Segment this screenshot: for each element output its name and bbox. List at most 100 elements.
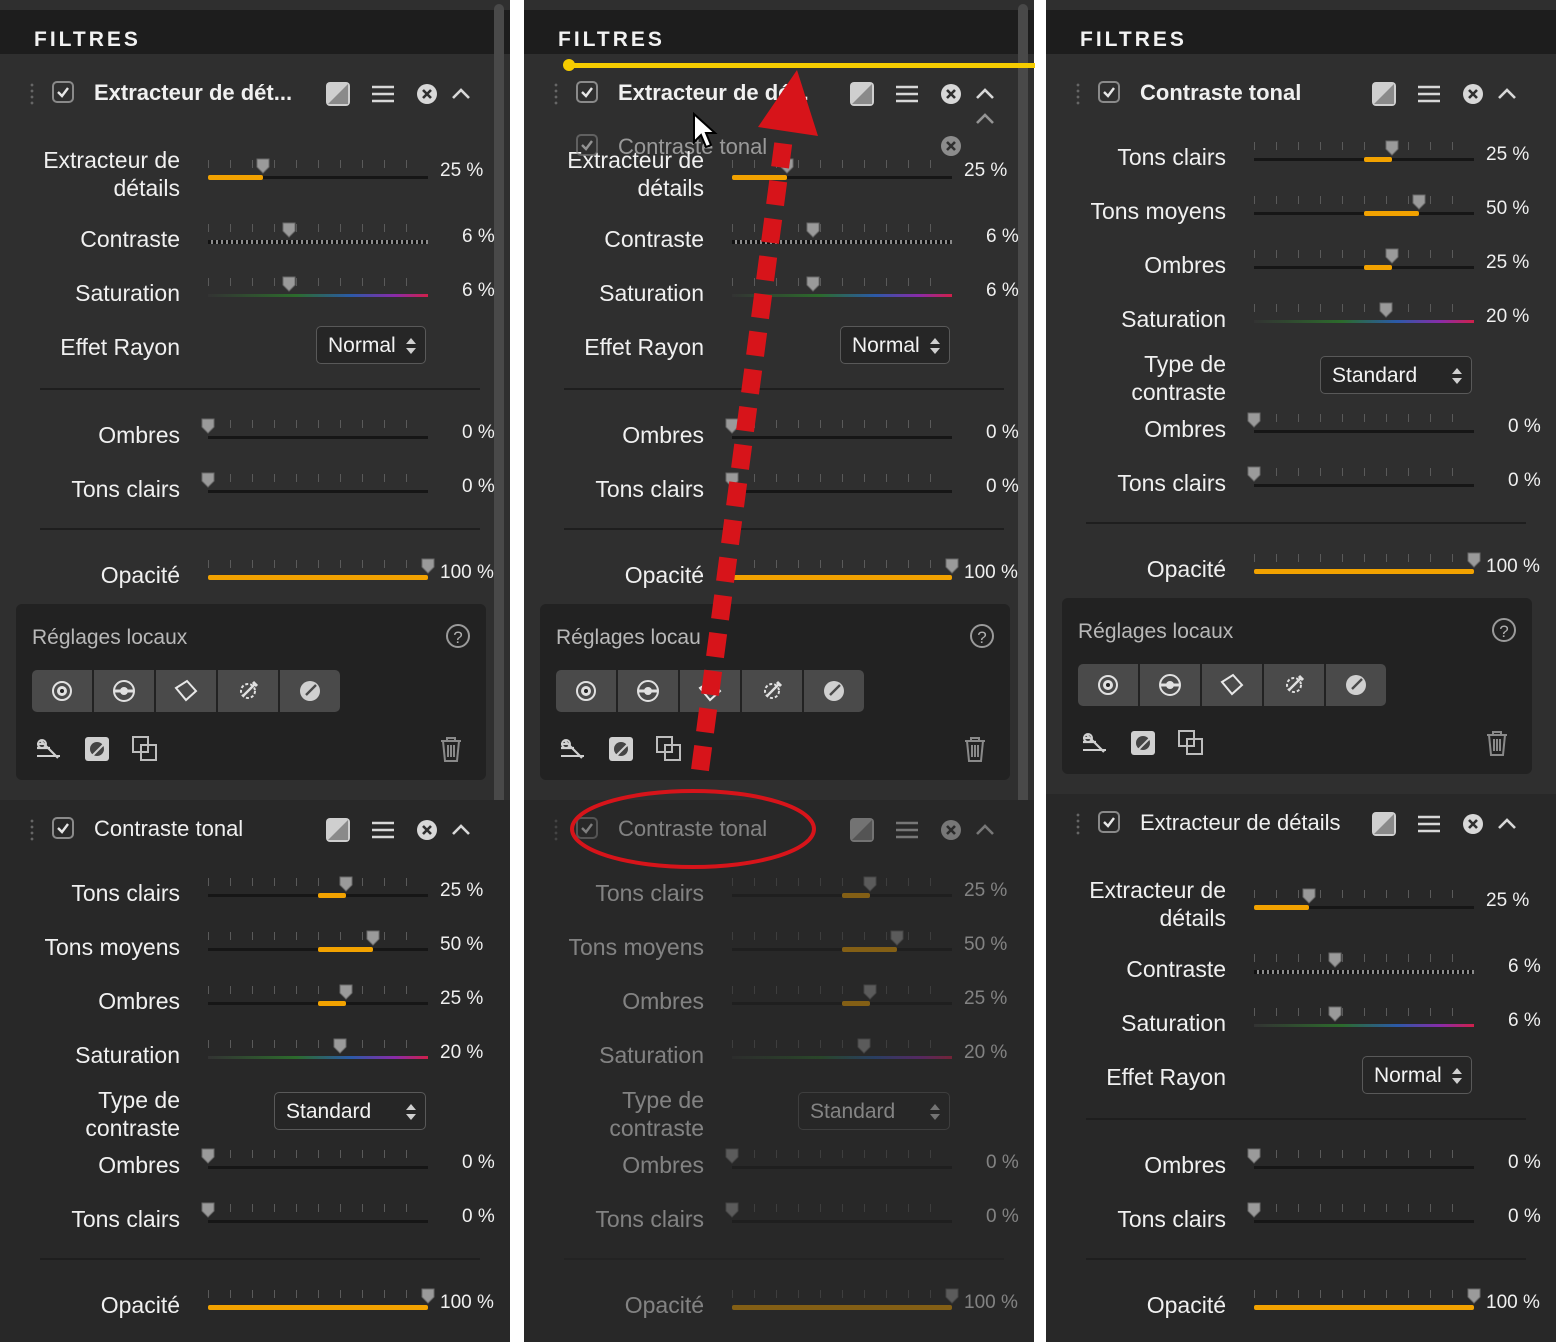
panel-header: FILTRES — [1046, 10, 1556, 54]
slider-track[interactable] — [1254, 430, 1474, 433]
visibility-toggle-icon[interactable] — [1080, 728, 1110, 758]
slider-ticks — [1254, 304, 1474, 312]
menu-icon[interactable] — [1414, 79, 1444, 109]
auto-brush-tool-button[interactable] — [1326, 664, 1386, 706]
chevron-up-icon[interactable] — [1492, 809, 1522, 839]
slider-ticks — [1254, 954, 1474, 962]
help-icon[interactable]: ? — [1492, 618, 1516, 642]
filter-header[interactable]: Extracteur de détails — [1046, 790, 1526, 858]
slider-track[interactable] — [1254, 484, 1474, 487]
midtones-slider[interactable] — [1254, 194, 1474, 218]
slider-thumb[interactable] — [1328, 952, 1342, 968]
slider-thumb[interactable] — [1328, 1006, 1342, 1022]
slider-thumb[interactable] — [1247, 466, 1261, 482]
param-value: 0 % — [1508, 1206, 1541, 1227]
lasso-polygon-tool-button[interactable] — [1202, 664, 1262, 706]
invert-mask-icon[interactable] — [1128, 728, 1158, 758]
enable-checkbox[interactable] — [1098, 811, 1120, 833]
slider-ticks — [1254, 554, 1474, 562]
param-label: Tons clairs — [1117, 1206, 1226, 1232]
slider-ticks — [1254, 1150, 1474, 1158]
control-point-tool-button[interactable] — [1078, 664, 1138, 706]
param-value: 0 % — [1508, 470, 1541, 491]
slider-ticks — [1254, 414, 1474, 422]
slider-thumb[interactable] — [1385, 248, 1399, 264]
param-label: Ombres — [1144, 1152, 1226, 1178]
slider-track[interactable] — [1254, 970, 1474, 974]
filter-title: Contraste tonal — [1140, 80, 1302, 105]
param-label: Saturation — [1121, 306, 1226, 332]
slider-fill — [1254, 905, 1309, 910]
slider-thumb[interactable] — [1247, 1202, 1261, 1218]
opacity-slider[interactable] — [1254, 552, 1481, 576]
param-value: 6 % — [1508, 956, 1541, 977]
param-label: Tons clairs — [1117, 144, 1226, 170]
menu-icon[interactable] — [1414, 809, 1444, 839]
annotation-arrowhead-icon — [758, 70, 818, 136]
trash-icon[interactable] — [1482, 728, 1512, 758]
divider — [1086, 1118, 1526, 1120]
chevron-up-icon[interactable] — [1492, 79, 1522, 109]
updown-icon — [1452, 368, 1462, 384]
slider-thumb[interactable] — [1467, 552, 1481, 568]
slider-track[interactable] — [1254, 1166, 1474, 1169]
mask-icon[interactable] — [1369, 79, 1399, 109]
slider-thumb[interactable] — [1302, 888, 1316, 904]
highlights-slider[interactable] — [1247, 1202, 1474, 1226]
slider-thumb[interactable] — [1412, 194, 1426, 210]
gradient-brush-icon — [1286, 674, 1305, 693]
param-value: 100 % — [1486, 556, 1540, 577]
slider-thumb[interactable] — [1467, 1288, 1481, 1304]
drag-handle-icon[interactable] — [1076, 812, 1080, 836]
slider-thumb[interactable] — [1379, 302, 1393, 318]
highlights-slider[interactable] — [1254, 140, 1474, 164]
highlights-slider[interactable] — [1247, 466, 1474, 490]
select-value: Standard — [1332, 364, 1418, 387]
panel-title: FILTRES — [1080, 28, 1187, 51]
slider-fill — [1254, 1305, 1474, 1310]
close-icon[interactable] — [1458, 79, 1488, 109]
param-value: 100 % — [1486, 1292, 1540, 1313]
shadows-slider[interactable] — [1247, 1148, 1474, 1172]
saturation-slider[interactable] — [1254, 302, 1474, 326]
slider-fill — [1364, 157, 1392, 162]
param-row: Opacité 100 % — [1046, 542, 1546, 596]
slider-fill — [1364, 265, 1392, 270]
param-label: Opacité — [1146, 1292, 1226, 1318]
shadows-slider[interactable] — [1247, 412, 1474, 436]
slider-track[interactable] — [1254, 320, 1474, 323]
param-row: Ombres 0 % — [1046, 402, 1546, 456]
opacity-slider[interactable] — [1254, 1288, 1481, 1312]
param-label: Tons moyens — [1090, 198, 1226, 224]
effect-select[interactable]: Normal — [1362, 1056, 1472, 1094]
slider-thumb[interactable] — [1247, 1148, 1261, 1164]
param-row: Saturation 20 % — [1046, 292, 1546, 346]
param-label: Opacité — [1146, 556, 1226, 582]
filter-header[interactable]: Contraste tonal — [1046, 60, 1526, 128]
gradient-brush-tool-button[interactable] — [1264, 664, 1324, 706]
auto-brush-icon — [1346, 675, 1366, 695]
slider-thumb[interactable] — [1247, 412, 1261, 428]
select-value: Normal — [1374, 1064, 1442, 1087]
drag-handle-icon[interactable] — [1076, 82, 1080, 106]
annotation-dashed-arrow — [691, 128, 794, 772]
close-icon[interactable] — [1458, 809, 1488, 839]
updown-icon — [1452, 1068, 1462, 1084]
enable-checkbox[interactable] — [1098, 81, 1120, 103]
param-row: Ombres 25 % — [1046, 238, 1546, 292]
shadows-slider[interactable] — [1254, 248, 1474, 272]
mask-icon[interactable] — [1369, 809, 1399, 839]
slider-thumb[interactable] — [1385, 140, 1399, 156]
local-adjustments-title: Réglages locaux — [1078, 620, 1234, 643]
contrast-slider[interactable] — [1254, 952, 1474, 976]
duplicate-icon[interactable] — [1176, 728, 1206, 758]
param-row: Tons clairs 25 % — [1046, 130, 1546, 184]
param-value: 0 % — [1508, 1152, 1541, 1173]
saturation-slider[interactable] — [1254, 1006, 1474, 1030]
detail-slider[interactable] — [1254, 888, 1474, 912]
param-row: Effet Rayon Normal — [1046, 1050, 1546, 1104]
contrast-type-select[interactable]: Standard — [1320, 356, 1472, 394]
selective-brush-tool-button[interactable] — [1140, 664, 1200, 706]
slider-track[interactable] — [1254, 1220, 1474, 1223]
slider-track[interactable] — [1254, 1024, 1474, 1027]
